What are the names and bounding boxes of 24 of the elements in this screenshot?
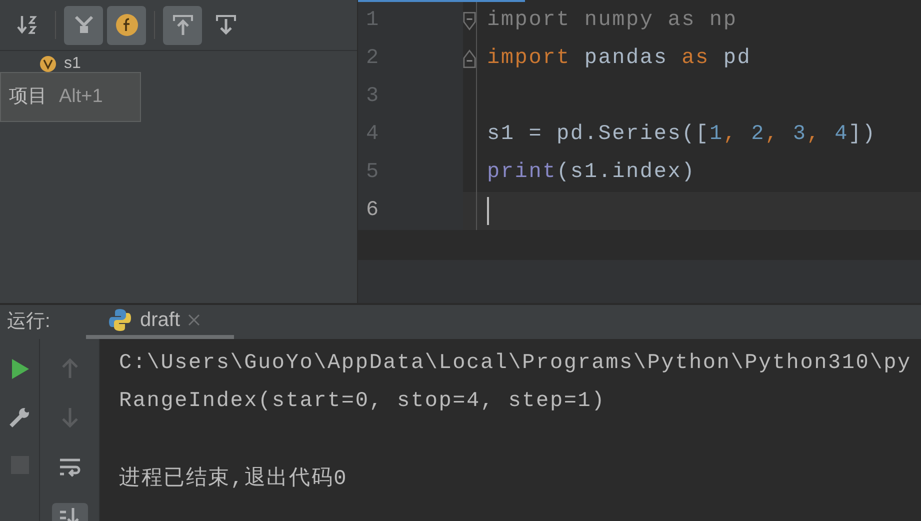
code-token: (s1.index) [556,160,696,186]
console-line: C:\Users\GuoYo\AppData\Local\Programs\Python\Python310\py [119,351,912,378]
code-token: print [487,160,557,186]
code-token: , [765,122,780,148]
tooltip-shortcut: Alt+1 [59,84,103,109]
console-line: 进程已结束,退出代码0 [119,466,348,494]
code-token: 4 [834,122,848,148]
tree-item-label[interactable]: s1 [64,55,81,73]
run-panel-label: 运行: [6,310,52,334]
code-token: import [487,46,570,72]
code-token: , [806,122,822,148]
console-line: RangeIndex(start=0, stop=4, step=1) [119,389,606,416]
code-token: as [682,46,710,72]
code-token: s1 = pd.Series([ [487,122,710,148]
line-number: 6 [366,198,380,224]
code-token: import numpy as np [487,8,738,34]
code-token: pd [722,46,752,72]
code-token: 3 [792,122,807,148]
tooltip-label: 项目 [9,84,47,109]
code-token: 2 [751,122,766,148]
code-token: ]) [848,122,876,148]
code-token: pandas [583,46,669,72]
code-token: , [723,122,738,148]
code-token: 1 [709,122,724,148]
